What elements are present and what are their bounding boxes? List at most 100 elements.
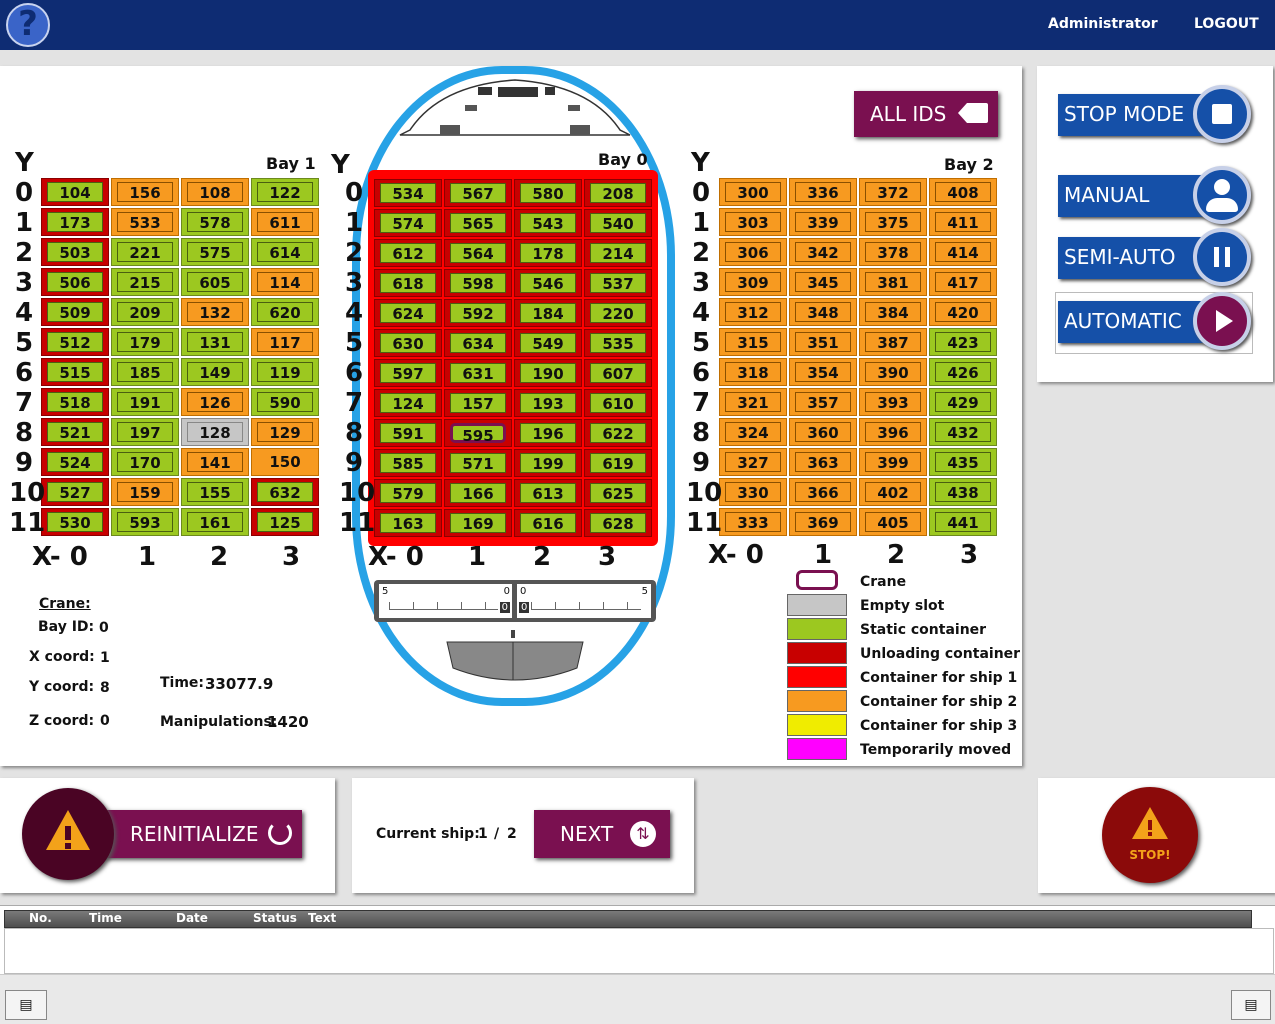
container-slot[interactable]: 610 — [584, 389, 652, 417]
container-slot[interactable]: 220 — [584, 299, 652, 327]
container-slot[interactable]: 578 — [181, 208, 249, 236]
container-slot[interactable]: 549 — [514, 329, 582, 357]
container-slot[interactable]: 208 — [584, 179, 652, 207]
user-icon[interactable] — [1193, 166, 1251, 224]
container-slot[interactable]: 620 — [251, 298, 319, 326]
log-filter-icon[interactable]: ▤ — [1231, 990, 1271, 1020]
container-slot[interactable]: 119 — [251, 358, 319, 386]
container-slot[interactable]: 306 — [719, 238, 787, 266]
container-slot[interactable]: 632 — [251, 478, 319, 506]
container-slot[interactable]: 595 — [444, 419, 512, 447]
container-slot[interactable]: 381 — [859, 268, 927, 296]
container-slot[interactable]: 574 — [374, 209, 442, 237]
container-slot[interactable]: 518 — [41, 388, 109, 416]
container-slot[interactable]: 530 — [41, 508, 109, 536]
container-slot[interactable]: 131 — [181, 328, 249, 356]
container-slot[interactable]: 161 — [181, 508, 249, 536]
container-slot[interactable]: 150 — [251, 448, 319, 476]
container-slot[interactable]: 166 — [444, 479, 512, 507]
container-slot[interactable]: 417 — [929, 268, 997, 296]
container-slot[interactable]: 141 — [181, 448, 249, 476]
container-slot[interactable]: 197 — [111, 418, 179, 446]
pause-icon[interactable] — [1193, 228, 1251, 286]
container-slot[interactable]: 524 — [41, 448, 109, 476]
container-slot[interactable]: 117 — [251, 328, 319, 356]
container-slot[interactable]: 387 — [859, 328, 927, 356]
container-slot[interactable]: 122 — [251, 178, 319, 206]
container-slot[interactable]: 591 — [374, 419, 442, 447]
stop-mode-icon[interactable] — [1193, 85, 1251, 143]
container-slot[interactable]: 184 — [514, 299, 582, 327]
container-slot[interactable]: 616 — [514, 509, 582, 537]
container-slot[interactable]: 390 — [859, 358, 927, 386]
container-slot[interactable]: 628 — [584, 509, 652, 537]
container-slot[interactable]: 567 — [444, 179, 512, 207]
container-slot[interactable]: 546 — [514, 269, 582, 297]
container-slot[interactable]: 612 — [374, 239, 442, 267]
container-slot[interactable]: 607 — [584, 359, 652, 387]
container-slot[interactable]: 565 — [444, 209, 512, 237]
container-slot[interactable]: 622 — [584, 419, 652, 447]
container-slot[interactable]: 393 — [859, 388, 927, 416]
container-slot[interactable]: 614 — [251, 238, 319, 266]
container-slot[interactable]: 215 — [111, 268, 179, 296]
help-icon[interactable]: ? — [6, 3, 50, 47]
container-slot[interactable]: 592 — [444, 299, 512, 327]
container-slot[interactable]: 125 — [251, 508, 319, 536]
container-slot[interactable]: 399 — [859, 448, 927, 476]
log-column-header[interactable]: Status — [253, 911, 297, 925]
container-slot[interactable]: 312 — [719, 298, 787, 326]
container-slot[interactable]: 579 — [374, 479, 442, 507]
container-slot[interactable]: 509 — [41, 298, 109, 326]
container-slot[interactable]: 375 — [859, 208, 927, 236]
container-slot[interactable]: 630 — [374, 329, 442, 357]
container-slot[interactable]: 503 — [41, 238, 109, 266]
container-slot[interactable]: 324 — [719, 418, 787, 446]
container-slot[interactable]: 593 — [111, 508, 179, 536]
container-slot[interactable]: 515 — [41, 358, 109, 386]
container-slot[interactable]: 625 — [584, 479, 652, 507]
container-slot[interactable]: 104 — [41, 178, 109, 206]
container-slot[interactable]: 535 — [584, 329, 652, 357]
log-options-icon[interactable]: ▤ — [5, 990, 47, 1020]
container-slot[interactable]: 126 — [181, 388, 249, 416]
container-slot[interactable]: 402 — [859, 478, 927, 506]
container-slot[interactable]: 527 — [41, 478, 109, 506]
log-column-header[interactable]: No. — [29, 911, 52, 925]
container-slot[interactable]: 571 — [444, 449, 512, 477]
container-slot[interactable]: 155 — [181, 478, 249, 506]
container-slot[interactable]: 543 — [514, 209, 582, 237]
container-slot[interactable]: 396 — [859, 418, 927, 446]
container-slot[interactable]: 575 — [181, 238, 249, 266]
log-column-header[interactable]: Time — [89, 911, 122, 925]
container-slot[interactable]: 149 — [181, 358, 249, 386]
container-slot[interactable]: 411 — [929, 208, 997, 236]
container-slot[interactable]: 357 — [789, 388, 857, 416]
logout-link[interactable]: LOGOUT — [1194, 16, 1259, 32]
container-slot[interactable]: 108 — [181, 178, 249, 206]
container-slot[interactable]: 179 — [111, 328, 179, 356]
container-slot[interactable]: 597 — [374, 359, 442, 387]
container-slot[interactable]: 414 — [929, 238, 997, 266]
container-slot[interactable]: 426 — [929, 358, 997, 386]
container-slot[interactable]: 618 — [374, 269, 442, 297]
container-slot[interactable]: 170 — [111, 448, 179, 476]
container-slot[interactable]: 580 — [514, 179, 582, 207]
container-slot[interactable]: 157 — [444, 389, 512, 417]
container-slot[interactable]: 537 — [584, 269, 652, 297]
container-slot[interactable]: 435 — [929, 448, 997, 476]
container-slot[interactable]: 438 — [929, 478, 997, 506]
container-slot[interactable]: 330 — [719, 478, 787, 506]
container-slot[interactable]: 163 — [374, 509, 442, 537]
next-button[interactable]: NEXT ⇅ — [534, 810, 670, 858]
container-slot[interactable]: 441 — [929, 508, 997, 536]
container-slot[interactable]: 369 — [789, 508, 857, 536]
container-slot[interactable]: 114 — [251, 268, 319, 296]
container-slot[interactable]: 173 — [41, 208, 109, 236]
container-slot[interactable]: 590 — [251, 388, 319, 416]
container-slot[interactable]: 408 — [929, 178, 997, 206]
container-slot[interactable]: 432 — [929, 418, 997, 446]
reinitialize-button[interactable]: REINITIALIZE — [88, 810, 302, 858]
container-slot[interactable]: 611 — [251, 208, 319, 236]
container-slot[interactable]: 342 — [789, 238, 857, 266]
